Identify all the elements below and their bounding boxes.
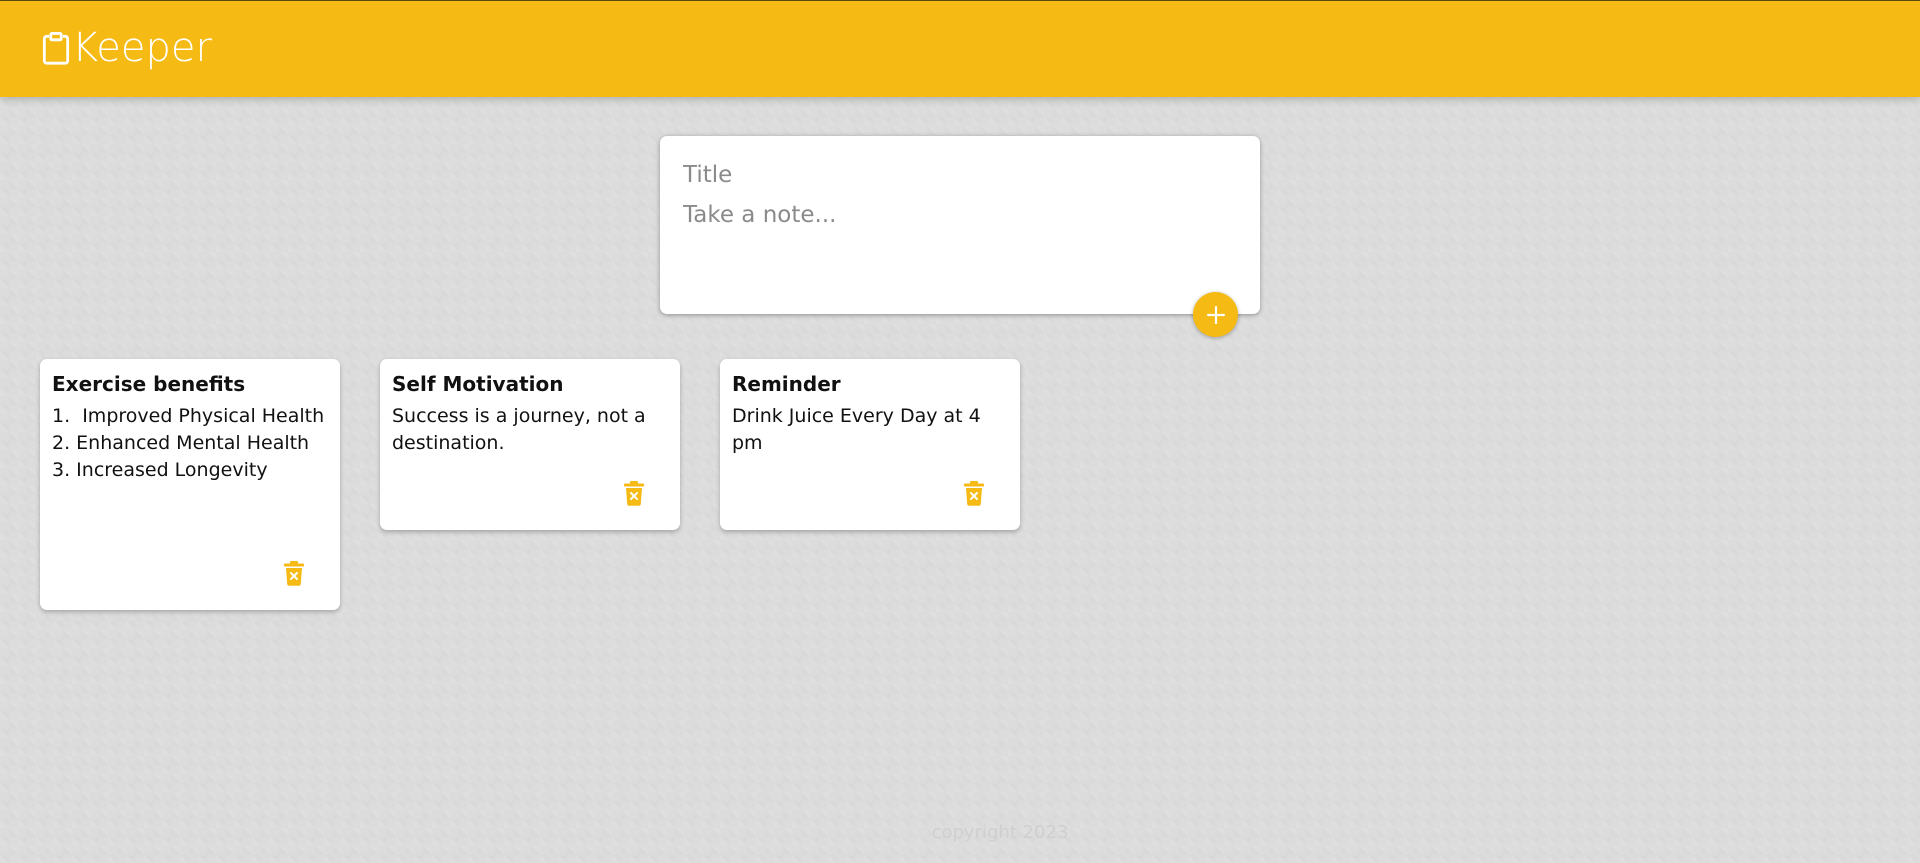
note-title-input[interactable] xyxy=(683,160,1233,190)
note-card-reminder: Reminder Drink Juice Every Day at 4 pm xyxy=(720,359,1020,530)
app-header: Keeper xyxy=(0,0,1920,97)
delete-forever-icon xyxy=(284,561,304,586)
copyright-text: copyright 2023 xyxy=(931,822,1069,843)
delete-note-button[interactable] xyxy=(963,480,985,506)
clipboard-icon xyxy=(42,32,70,65)
note-title: Self Motivation xyxy=(392,372,564,396)
add-note-button[interactable] xyxy=(1193,292,1238,337)
note-content: 1. Improved Physical Health 2. Enhanced … xyxy=(52,405,325,481)
delete-forever-icon xyxy=(624,481,644,506)
note-title: Exercise benefits xyxy=(52,372,246,396)
note-card-self-motivation: Self Motivation Success is a journey, no… xyxy=(380,359,680,530)
delete-note-button[interactable] xyxy=(283,560,305,586)
app-title: Keeper xyxy=(72,25,212,71)
create-note-form xyxy=(660,136,1260,314)
note-content: Drink Juice Every Day at 4 pm xyxy=(732,405,987,454)
note-card-exercise: Exercise benefits 1. Improved Physical H… xyxy=(40,359,340,610)
note-content-input[interactable] xyxy=(683,200,1233,290)
app-logo: Keeper xyxy=(42,25,212,71)
plus-icon xyxy=(1206,305,1225,324)
delete-note-button[interactable] xyxy=(623,480,645,506)
note-title: Reminder xyxy=(732,372,841,396)
footer: copyright 2023 xyxy=(40,822,1920,843)
delete-forever-icon xyxy=(964,481,984,506)
note-content: Success is a journey, not a destination. xyxy=(392,405,652,454)
